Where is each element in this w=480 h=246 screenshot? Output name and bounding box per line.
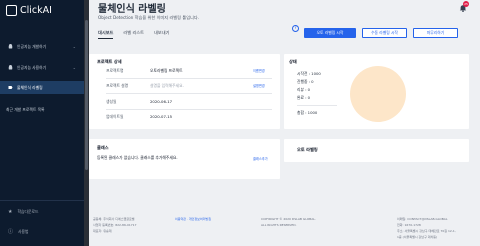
status-in-progress: 진행중 : 0 (297, 79, 314, 84)
auto-label-button[interactable]: 오토 라벨링 시작 (304, 28, 356, 38)
row-divider (106, 93, 272, 94)
row-label: 프로젝트명 (106, 68, 124, 73)
footer-item-label: 학습다운로드 (17, 209, 39, 214)
sidebar-item-label: 물체인식 라벨링 (17, 84, 43, 90)
project-name-value: 오토라벨링 프로젝트 (150, 68, 183, 73)
footer-business-no: 사업자 등록번호: 822-86-01717 (93, 223, 137, 227)
sidebar-item-develop-ai[interactable]: 인공지능 개발하기 ⌄ (0, 40, 84, 53)
recent-projects-title: 최근 개발 프로젝트 목록 (6, 107, 45, 112)
status-pie-chart (350, 66, 406, 122)
created-date-value: 2020-06-17 (150, 99, 173, 104)
classes-title: 클래스 (97, 145, 109, 150)
sidebar-divider (0, 200, 84, 201)
manual-label-button[interactable]: 수동 라벨링 시작 (362, 28, 407, 38)
sidebar: ClickAI 인공지능 개발하기 ⌄ 인공지능 사용하기 ⌄ 물체인식 라벨링… (0, 0, 84, 246)
auto-label-title: 오토 라벨링 (297, 147, 318, 152)
row-label: 프로젝트 설명 (106, 83, 129, 88)
android-icon (8, 65, 13, 70)
tab-export[interactable]: 내보내기 (154, 30, 169, 39)
footer-item-label: 사용법 (18, 228, 29, 234)
sidebar-item-label: 인공지능 사용하기 (17, 64, 47, 70)
footer-address: 주소: 서울특별시 강남구 테헤란로 70길 12-1, (397, 229, 456, 233)
sidebar-scroll-thumb[interactable] (85, 20, 88, 170)
notification-badge: 25 (463, 1, 469, 7)
chevron-down-icon: ⌄ (72, 65, 76, 70)
status-done: 완료 : 0 (297, 95, 311, 100)
classes-empty-text: 등록된 클래스가 없습니다. 클래스를 추가해주세요. (97, 155, 178, 160)
footer-company: 공동체: 주식회사 디에스랩글로벌 (93, 217, 135, 221)
footer-phone: 전화: 1670-1728 (397, 223, 421, 227)
row-divider (106, 78, 272, 79)
tab-label-list[interactable]: 라벨 리스트 (123, 30, 144, 39)
project-description-value: 설명을 입력해주세요. (150, 83, 184, 88)
app-name: ClickAI (20, 5, 52, 16)
add-class-link[interactable]: 클래스추가 (253, 156, 268, 161)
status-not-started: 시작전 : 1000 (297, 71, 321, 76)
row-label: 생성일 (106, 99, 117, 104)
android-icon (8, 44, 13, 49)
sidebar-item-label: 인공지능 개발하기 (17, 43, 47, 49)
rename-link[interactable]: 이름변경 (253, 68, 265, 73)
app-logo[interactable]: ClickAI (6, 5, 52, 16)
status-review: 리뷰 : 0 (297, 87, 311, 92)
tab-dashboard[interactable]: 대시보드 (98, 30, 114, 39)
sidebar-footer-download[interactable]: ★ 학습다운로드 (8, 209, 38, 215)
footer-ceo: 대표자: 유승재 (93, 229, 112, 233)
footer-copyright: COPYRIGHT © 2020 DSLAB GLOBAL. (261, 217, 316, 221)
footer-address-2: 1층 (서울특별시 강남구 대치동) (397, 235, 438, 239)
help-circle-icon: ⓘ (8, 229, 14, 235)
footer-rights: ALL RIGHTS RESERVED. (261, 223, 297, 227)
footer-links[interactable]: 이용약관 · 개인정보처리방침 (175, 217, 211, 221)
footer-email: 이메일: CONTACT@DSLAB.GLOBAL (397, 217, 448, 221)
help-icon[interactable]: ? (292, 25, 299, 32)
finish-button[interactable]: 마무리하기 (413, 28, 458, 38)
chevron-down-icon: ⌄ (72, 44, 76, 49)
status-total: 총합 : 1000 (297, 110, 318, 115)
project-detail-title: 프로젝트 상세 (97, 59, 122, 64)
star-icon: ★ (8, 209, 13, 215)
updated-date-value: 2020-07-15 (150, 114, 173, 119)
status-title: 상태 (289, 59, 297, 64)
page-title: 물체인식 라벨링 (98, 4, 166, 15)
row-divider (106, 109, 272, 110)
row-label: 업데이트일 (106, 114, 124, 119)
logo-icon (6, 5, 17, 16)
status-divider (297, 105, 337, 106)
sidebar-item-use-ai[interactable]: 인공지능 사용하기 ⌄ (0, 61, 84, 74)
sidebar-footer-usage[interactable]: ⓘ 사용법 (8, 228, 29, 236)
tab-bar: 대시보드 라벨 리스트 내보내기 (98, 30, 169, 39)
page-subtitle: Object Detection 학습을 위한 이미지 라벨링 툴입니다. (98, 15, 200, 20)
edit-description-link[interactable]: 설명변경 (253, 83, 265, 88)
label-icon (8, 86, 13, 89)
sidebar-item-object-labeling[interactable]: 물체인식 라벨링 (0, 81, 84, 94)
